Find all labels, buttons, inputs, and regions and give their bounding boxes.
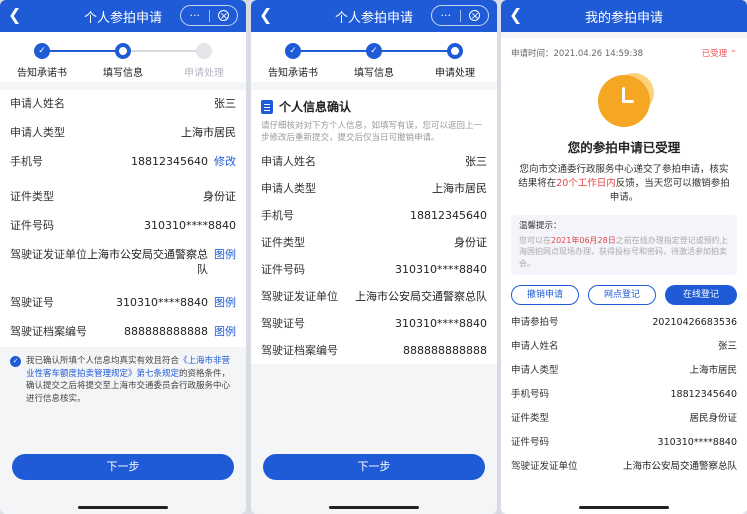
confirm-hint: 请仔细核对对下方个人信息，如填写有误，您可以返回上一步修改后重新提交，提交后仅当… — [261, 121, 483, 143]
form-row-type: 申请人类型 上海市居民 — [10, 126, 236, 139]
step-process: 申请处理 — [162, 43, 246, 79]
close-icon[interactable] — [461, 6, 489, 26]
nav-header: ❮ 我的参拍申请 — [501, 0, 747, 32]
screen-fill-info: ❮ 个人参拍申请 ··· ✓ 告知承诺书 填写信息 申请处理 申请人姓名张三 申… — [0, 0, 246, 514]
step-label: 申请处理 — [435, 68, 475, 79]
home-indicator — [78, 506, 168, 509]
edit-phone-link[interactable]: 修改 — [214, 154, 236, 169]
check-icon: ✓ — [34, 43, 50, 59]
page-title: 个人参拍申请 — [83, 10, 162, 26]
more-icon[interactable]: ··· — [432, 6, 460, 25]
check-icon: ✓ — [366, 43, 382, 59]
form-row-id-type[interactable]: 证件类型 身份证 — [0, 183, 246, 212]
result-title: 您的参拍申请已受理 — [567, 140, 681, 155]
step-notice: ✓ 告知承诺书 — [251, 43, 335, 79]
form-row-id-number[interactable]: 证件号码 310310****8840 — [0, 212, 246, 241]
action-buttons: 撤销申请 网点登记 在线登记 — [511, 285, 737, 305]
info-row: 申请参拍号 20210426683536 — [511, 317, 737, 328]
application-meta: 申请时间：2021.04.26 14:59:38 已受理 ⌃ — [511, 38, 737, 59]
step-fill-info: 填写信息 — [81, 43, 165, 79]
step-notice: ✓ 告知承诺书 — [0, 43, 84, 79]
confirm-row: 证件类型 身份证 — [261, 236, 487, 249]
progress-steps: ✓ 告知承诺书 ✓ 填写信息 申请处理 — [251, 32, 497, 82]
document-icon — [261, 99, 273, 114]
screen-my-application: ❮ 我的参拍申请 申请时间：2021.04.26 14:59:38 已受理 ⌃ … — [501, 0, 747, 514]
outlet-register-button[interactable]: 网点登记 — [588, 285, 656, 305]
confirm-row: 申请人姓名 张三 — [261, 155, 487, 168]
step-process: 申请处理 — [413, 43, 497, 79]
confirm-row: 驾驶证档案编号 888888888888 — [261, 344, 487, 357]
form-row-name: 申请人姓名 张三 — [10, 97, 236, 110]
tips-text: 您可以在2021年06月28日之前在线办理指定登记或预约上海国拍网点现场办理，获… — [519, 235, 728, 268]
capsule-menu: ··· — [431, 5, 489, 26]
example-link[interactable]: 图例 — [214, 247, 236, 262]
more-icon[interactable]: ··· — [181, 6, 209, 25]
confirm-row: 证件号码 310310****8840 — [261, 263, 487, 276]
nav-header: ❮ 个人参拍申请 ··· — [251, 0, 497, 32]
current-step-dot — [115, 43, 131, 59]
confirm-card: 个人信息确认 请仔细核对对下方个人信息，如填写有误，您可以返回上一步修改后重新提… — [251, 90, 497, 364]
info-row: 申请人姓名 张三 — [511, 341, 737, 352]
agreement-text: 我已确认所填个人信息均真实有效且符合《上海市非营业性客车额度拍卖管理规定》第七条… — [26, 356, 231, 404]
chevron-up-icon: ⌃ — [729, 49, 737, 59]
tips-title: 温馨提示： — [519, 221, 562, 231]
cancel-application-button[interactable]: 撤销申请 — [511, 285, 579, 305]
page-title: 我的参拍申请 — [584, 10, 663, 26]
info-row: 申请人类型 上海市居民 — [511, 365, 737, 376]
form-row-phone: 手机号 18812345640 修改 — [10, 154, 236, 169]
application-time: 申请时间：2021.04.26 14:59:38 — [511, 49, 644, 59]
online-register-button[interactable]: 在线登记 — [665, 285, 737, 305]
tips-box: 温馨提示： 您可以在2021年06月28日之前在线办理指定登记或预约上海国拍网点… — [511, 215, 737, 275]
step-label: 填写信息 — [354, 68, 394, 79]
current-step-dot — [447, 43, 463, 59]
application-info: 申请参拍号 20210426683536 申请人姓名 张三 申请人类型 上海市居民 手… — [511, 311, 737, 479]
form-row-license-file[interactable]: 驾驶证档案编号 888888888888 图例 — [0, 318, 246, 347]
example-link[interactable]: 图例 — [214, 324, 236, 339]
clock-icon — [598, 75, 650, 127]
page-title: 个人参拍申请 — [334, 10, 413, 26]
checkbox-checked-icon[interactable]: ✓ — [10, 356, 21, 367]
status-badge[interactable]: 已受理 ⌃ — [702, 47, 737, 59]
progress-steps: ✓ 告知承诺书 填写信息 申请处理 — [0, 32, 246, 82]
check-icon: ✓ — [285, 43, 301, 59]
info-row: 证件号码 310310****8840 — [511, 437, 737, 448]
form-row-license-number[interactable]: 驾驶证号 310310****8840 图例 — [0, 289, 246, 318]
step-label: 申请处理 — [184, 68, 224, 79]
back-arrow-icon[interactable]: ❮ — [8, 5, 21, 25]
nav-header: ❮ 个人参拍申请 ··· — [0, 0, 246, 32]
screen-confirm-info: ❮ 个人参拍申请 ··· ✓ 告知承诺书 ✓ 填写信息 申请处理 个人信息确认 … — [251, 0, 497, 514]
card-title: 个人信息确认 — [261, 98, 487, 115]
form-row-license-issuer[interactable]: 驾驶证发证单位 上海市公安局交通警察总队 图例 — [0, 241, 246, 283]
home-indicator — [579, 506, 669, 509]
confirm-row: 手机号 18812345640 — [261, 209, 487, 222]
home-indicator — [329, 506, 419, 509]
info-row: 证件类型 居民身份证 — [511, 413, 737, 424]
pending-step-dot — [196, 43, 212, 59]
back-arrow-icon[interactable]: ❮ — [259, 5, 272, 25]
step-label: 告知承诺书 — [17, 68, 67, 79]
next-button[interactable]: 下一步 — [12, 454, 234, 480]
step-label: 填写信息 — [103, 68, 143, 79]
step-label: 告知承诺书 — [268, 68, 318, 79]
confirm-row: 申请人类型 上海市居民 — [261, 182, 487, 195]
step-fill-info: ✓ 填写信息 — [332, 43, 416, 79]
close-icon[interactable] — [210, 6, 238, 26]
confirm-row: 驾驶证号 310310****8840 — [261, 317, 487, 330]
result-description: 您向市交通委行政服务中心递交了参拍申请，核实结果将在20个工作日内反馈，当天您可… — [518, 164, 730, 203]
info-row: 驾驶证发证单位 上海市公安局交通警察总队 — [511, 461, 737, 472]
example-link[interactable]: 图例 — [214, 295, 236, 310]
back-arrow-icon[interactable]: ❮ — [509, 5, 522, 25]
info-form: 申请人姓名 张三 申请人类型 上海市居民 手机号 18812345640 修改 证件类型… — [0, 90, 246, 347]
info-row: 手机号码 18812345640 — [511, 389, 737, 400]
confirm-row: 驾驶证发证单位 上海市公安局交通警察总队 — [261, 290, 487, 303]
capsule-menu: ··· — [180, 5, 238, 26]
application-detail: 申请时间：2021.04.26 14:59:38 已受理 ⌃ 您的参拍申请已受理… — [501, 38, 747, 514]
next-button[interactable]: 下一步 — [263, 454, 485, 480]
agreement: ✓ 我已确认所填个人信息均真实有效且符合《上海市非营业性客车额度拍卖管理规定》第… — [0, 347, 246, 405]
